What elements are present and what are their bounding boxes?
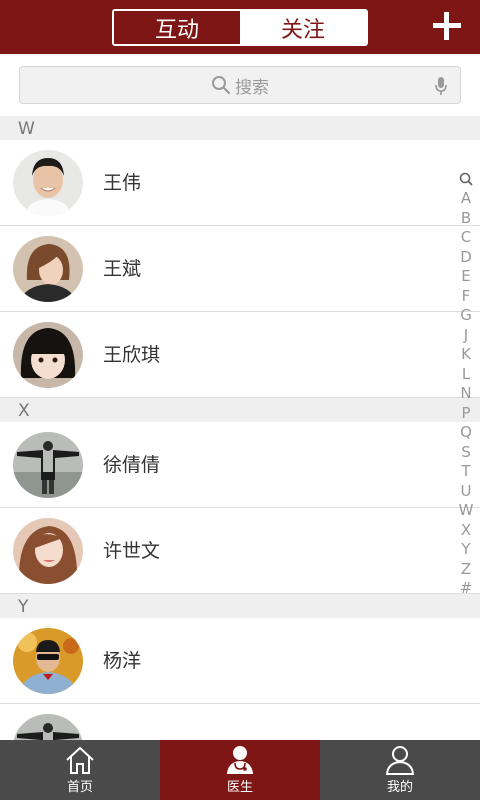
search-placeholder: 搜索 xyxy=(235,77,269,98)
index-letter[interactable]: C xyxy=(461,228,471,248)
home-icon xyxy=(66,746,94,774)
contact-row[interactable]: 徐倩倩 xyxy=(0,422,480,508)
index-letter[interactable]: U xyxy=(461,482,472,502)
nav-label: 我的 xyxy=(386,780,413,795)
search-icon xyxy=(212,76,231,95)
index-letter[interactable]: T xyxy=(461,462,470,482)
contact-row[interactable]: 王伟 xyxy=(0,140,480,226)
contact-name: 王欣琪 xyxy=(103,344,161,366)
contact-row[interactable] xyxy=(0,704,480,740)
nav-doctor[interactable]: 医生 xyxy=(160,740,320,800)
section-header-w: W xyxy=(0,116,480,140)
microphone-icon[interactable] xyxy=(434,76,448,96)
avatar xyxy=(13,628,83,694)
tab-follow[interactable]: 关注 xyxy=(240,11,366,44)
index-letter[interactable]: Z xyxy=(461,560,471,580)
search-area: 搜索 xyxy=(0,54,480,116)
contact-row[interactable]: 王欣琪 xyxy=(0,312,480,398)
avatar xyxy=(13,322,83,388)
avatar xyxy=(13,150,83,216)
section-header-x: X xyxy=(0,398,480,422)
index-letter[interactable]: A xyxy=(461,189,471,209)
index-letter[interactable]: E xyxy=(461,267,470,287)
contact-name: 徐倩倩 xyxy=(103,454,161,476)
contact-row[interactable]: 许世文 xyxy=(0,508,480,594)
index-letter[interactable]: B xyxy=(461,209,471,229)
avatar xyxy=(13,432,83,498)
doctor-icon xyxy=(227,746,253,774)
nav-home[interactable]: 首页 xyxy=(0,740,160,800)
index-letter[interactable]: D xyxy=(460,248,472,268)
index-letter[interactable]: P xyxy=(461,404,470,424)
contact-name: 王斌 xyxy=(103,258,142,280)
contact-name: 杨洋 xyxy=(103,650,142,672)
search-input[interactable]: 搜索 xyxy=(19,66,461,104)
index-letter[interactable]: W xyxy=(459,501,474,521)
header-bar: 互动 关注 xyxy=(0,0,480,54)
contact-row[interactable]: 杨洋 xyxy=(0,618,480,704)
contact-list: W 王伟 王斌 王欣琪 X 徐倩倩 许世文 Y 杨洋 xyxy=(0,116,480,740)
tab-interaction[interactable]: 互动 xyxy=(114,11,240,44)
nav-label: 医生 xyxy=(226,780,253,795)
index-letter[interactable]: Q xyxy=(460,423,472,443)
index-letter[interactable]: S xyxy=(461,443,471,463)
contact-name: 王伟 xyxy=(103,172,142,194)
app-screen: 互动 关注 搜索 W 王伟 王斌 王欣琪 X 徐倩倩 许世文 Y 杨洋 A B … xyxy=(0,0,480,800)
index-letter[interactable]: F xyxy=(462,287,471,307)
user-icon xyxy=(385,746,415,775)
avatar xyxy=(13,518,83,584)
segmented-control: 互动 关注 xyxy=(112,9,368,46)
index-letter[interactable]: X xyxy=(461,521,471,541)
contact-row[interactable]: 王斌 xyxy=(0,226,480,312)
index-letter[interactable]: L xyxy=(462,365,470,385)
index-letter[interactable]: G xyxy=(460,306,472,326)
plus-icon[interactable] xyxy=(432,11,462,41)
avatar xyxy=(13,714,83,740)
search-inner: 搜索 xyxy=(20,67,460,103)
index-letter[interactable]: J xyxy=(464,326,468,346)
bottom-nav: 首页 医生 我的 xyxy=(0,740,480,800)
alphabet-index[interactable]: A B C D E F G J K L N P Q S T U W X Y Z … xyxy=(455,172,477,599)
index-letter[interactable]: K xyxy=(461,345,471,365)
nav-label: 首页 xyxy=(66,780,93,795)
section-header-y: Y xyxy=(0,594,480,618)
index-letter[interactable]: Y xyxy=(461,540,470,560)
contact-name: 许世文 xyxy=(103,540,161,562)
index-letter[interactable]: # xyxy=(460,579,473,599)
nav-me[interactable]: 我的 xyxy=(320,740,480,800)
avatar xyxy=(13,236,83,302)
index-letter[interactable]: N xyxy=(460,384,471,404)
search-icon[interactable] xyxy=(459,172,473,188)
